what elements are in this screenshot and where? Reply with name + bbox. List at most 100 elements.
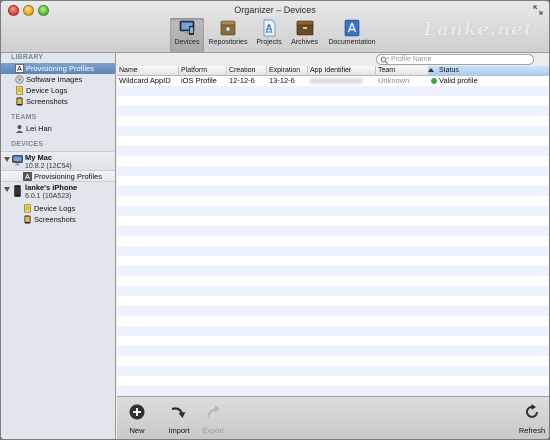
sidebar-device-lankes-iphone[interactable]: lanke's iPhone 6.0.1 (10A523): [1, 182, 115, 204]
sidebar-item-label: Device Logs: [34, 204, 76, 213]
empty-table-row: [117, 366, 549, 376]
empty-table-row: [117, 376, 549, 386]
empty-table-row: [117, 166, 549, 176]
sidebar-item-software-images[interactable]: Software Images: [1, 74, 115, 85]
empty-table-row: [117, 136, 549, 146]
tab-label: Repositories: [208, 39, 248, 46]
window-title: Organizer – Devices: [234, 5, 316, 15]
device-version: 10.8.2 (12C54): [25, 163, 72, 170]
tab-repositories[interactable]: Repositories: [205, 18, 251, 52]
tab-projects[interactable]: Projects: [254, 18, 284, 52]
empty-table-row: [117, 246, 549, 256]
tab-label: Archives: [291, 39, 318, 46]
empty-table-row: [117, 316, 549, 326]
tab-label: Projects: [256, 39, 282, 46]
tab-label: Documentation: [328, 39, 376, 46]
sidebar-item-label: Provisioning Profiles: [26, 64, 94, 73]
column-header-name[interactable]: Name: [117, 66, 179, 76]
empty-table-row: [117, 236, 549, 246]
teams-header: TEAMS: [11, 114, 37, 121]
profiles-table: Name Platform Creation Expiration App Id…: [117, 66, 549, 396]
devices-header: DEVICES: [11, 141, 44, 148]
table-row[interactable]: Wildcard AppID iOS Profile 12-12-6 13-12…: [117, 76, 549, 86]
import-arrow-icon: [171, 407, 186, 418]
search-icon: [380, 56, 389, 64]
empty-table-row: [117, 96, 549, 106]
tab-label: Devices: [174, 39, 200, 46]
sidebar-item-mac-provisioning-profiles[interactable]: Provisioning Profiles: [1, 170, 115, 182]
library-header: LIBRARY: [11, 54, 44, 61]
column-header-app-identifier[interactable]: App Identifier: [308, 66, 376, 76]
empty-table-row: [117, 176, 549, 186]
provisioning-profile-icon: [15, 64, 24, 73]
provisioning-profile-icon: [23, 172, 32, 181]
empty-table-row: [117, 306, 549, 316]
column-header-status[interactable]: Status: [428, 66, 549, 76]
export-button[interactable]: Export: [199, 403, 227, 435]
disclosure-triangle-icon[interactable]: [4, 157, 10, 162]
screenshots-icon: [24, 215, 31, 224]
refresh-label: Refresh: [518, 426, 546, 435]
tab-documentation[interactable]: Documentation: [324, 18, 380, 52]
empty-table-row: [117, 256, 549, 266]
devices-icon: [179, 20, 195, 35]
cell-status: Valid profile: [429, 76, 478, 86]
empty-table-row: [117, 86, 549, 96]
export-label: Export: [202, 426, 224, 435]
repositories-icon: [220, 20, 236, 36]
column-header-expiration[interactable]: Expiration: [267, 66, 308, 76]
empty-table-row: [117, 216, 549, 226]
empty-table-row: [117, 126, 549, 136]
import-button[interactable]: Import: [165, 403, 193, 435]
empty-table-row: [117, 276, 549, 286]
sidebar: LIBRARY Provisioning Profiles Software I…: [1, 53, 116, 439]
empty-table-row: [117, 206, 549, 216]
new-button[interactable]: New: [125, 403, 149, 435]
column-header-creation[interactable]: Creation: [227, 66, 267, 76]
sidebar-item-iphone-device-logs[interactable]: Device Logs: [1, 203, 115, 214]
sort-ascending-icon: [428, 68, 434, 72]
profile-search-input[interactable]: Profile Name: [376, 54, 534, 65]
cell-platform: iOS Profile: [181, 76, 217, 85]
empty-table-row: [117, 286, 549, 296]
cell-expiration: 13-12-6: [269, 76, 295, 85]
empty-table-row: [117, 156, 549, 166]
refresh-icon: [526, 404, 538, 418]
empty-table-row: [117, 186, 549, 196]
empty-table-row: [117, 346, 549, 356]
cell-creation: 12-12-6: [229, 76, 255, 85]
device-logs-icon: [24, 204, 31, 213]
empty-table-row: [117, 386, 549, 396]
tab-devices[interactable]: Devices: [170, 18, 204, 52]
table-header: Name Platform Creation Expiration App Id…: [117, 66, 549, 76]
sidebar-item-screenshots[interactable]: Screenshots: [1, 96, 115, 107]
cell-team: Unknown: [378, 76, 410, 85]
column-header-label: Status: [439, 67, 459, 74]
empty-table-row: [117, 326, 549, 336]
sidebar-item-device-logs[interactable]: Device Logs: [1, 85, 115, 96]
search-placeholder: Profile Name: [391, 56, 432, 63]
sidebar-item-iphone-screenshots[interactable]: Screenshots: [1, 214, 115, 225]
sidebar-item-label: Device Logs: [26, 86, 68, 95]
sidebar-item-label: Software Images: [26, 75, 83, 84]
documentation-icon: [344, 19, 360, 37]
fullscreen-icon[interactable]: [533, 5, 543, 15]
tab-archives[interactable]: Archives: [288, 18, 321, 52]
projects-icon: [263, 19, 276, 37]
status-text: Valid profile: [439, 76, 478, 85]
refresh-button[interactable]: Refresh: [517, 403, 547, 435]
new-label: New: [129, 426, 145, 435]
sidebar-item-team-lei-han[interactable]: Lei Han: [1, 123, 115, 134]
sidebar-item-label: Screenshots: [34, 215, 76, 224]
sidebar-item-label: Lei Han: [26, 124, 52, 133]
imac-icon: [12, 155, 23, 166]
sidebar-item-label: Provisioning Profiles: [34, 172, 102, 181]
empty-table-row: [117, 196, 549, 206]
device-logs-icon: [16, 86, 23, 95]
empty-table-row: [117, 266, 549, 276]
disclosure-triangle-icon[interactable]: [4, 187, 10, 192]
sidebar-item-provisioning-profiles[interactable]: Provisioning Profiles: [1, 63, 115, 74]
column-header-team[interactable]: Team: [376, 66, 429, 76]
sidebar-item-label: Screenshots: [26, 97, 68, 106]
column-header-platform[interactable]: Platform: [179, 66, 227, 76]
